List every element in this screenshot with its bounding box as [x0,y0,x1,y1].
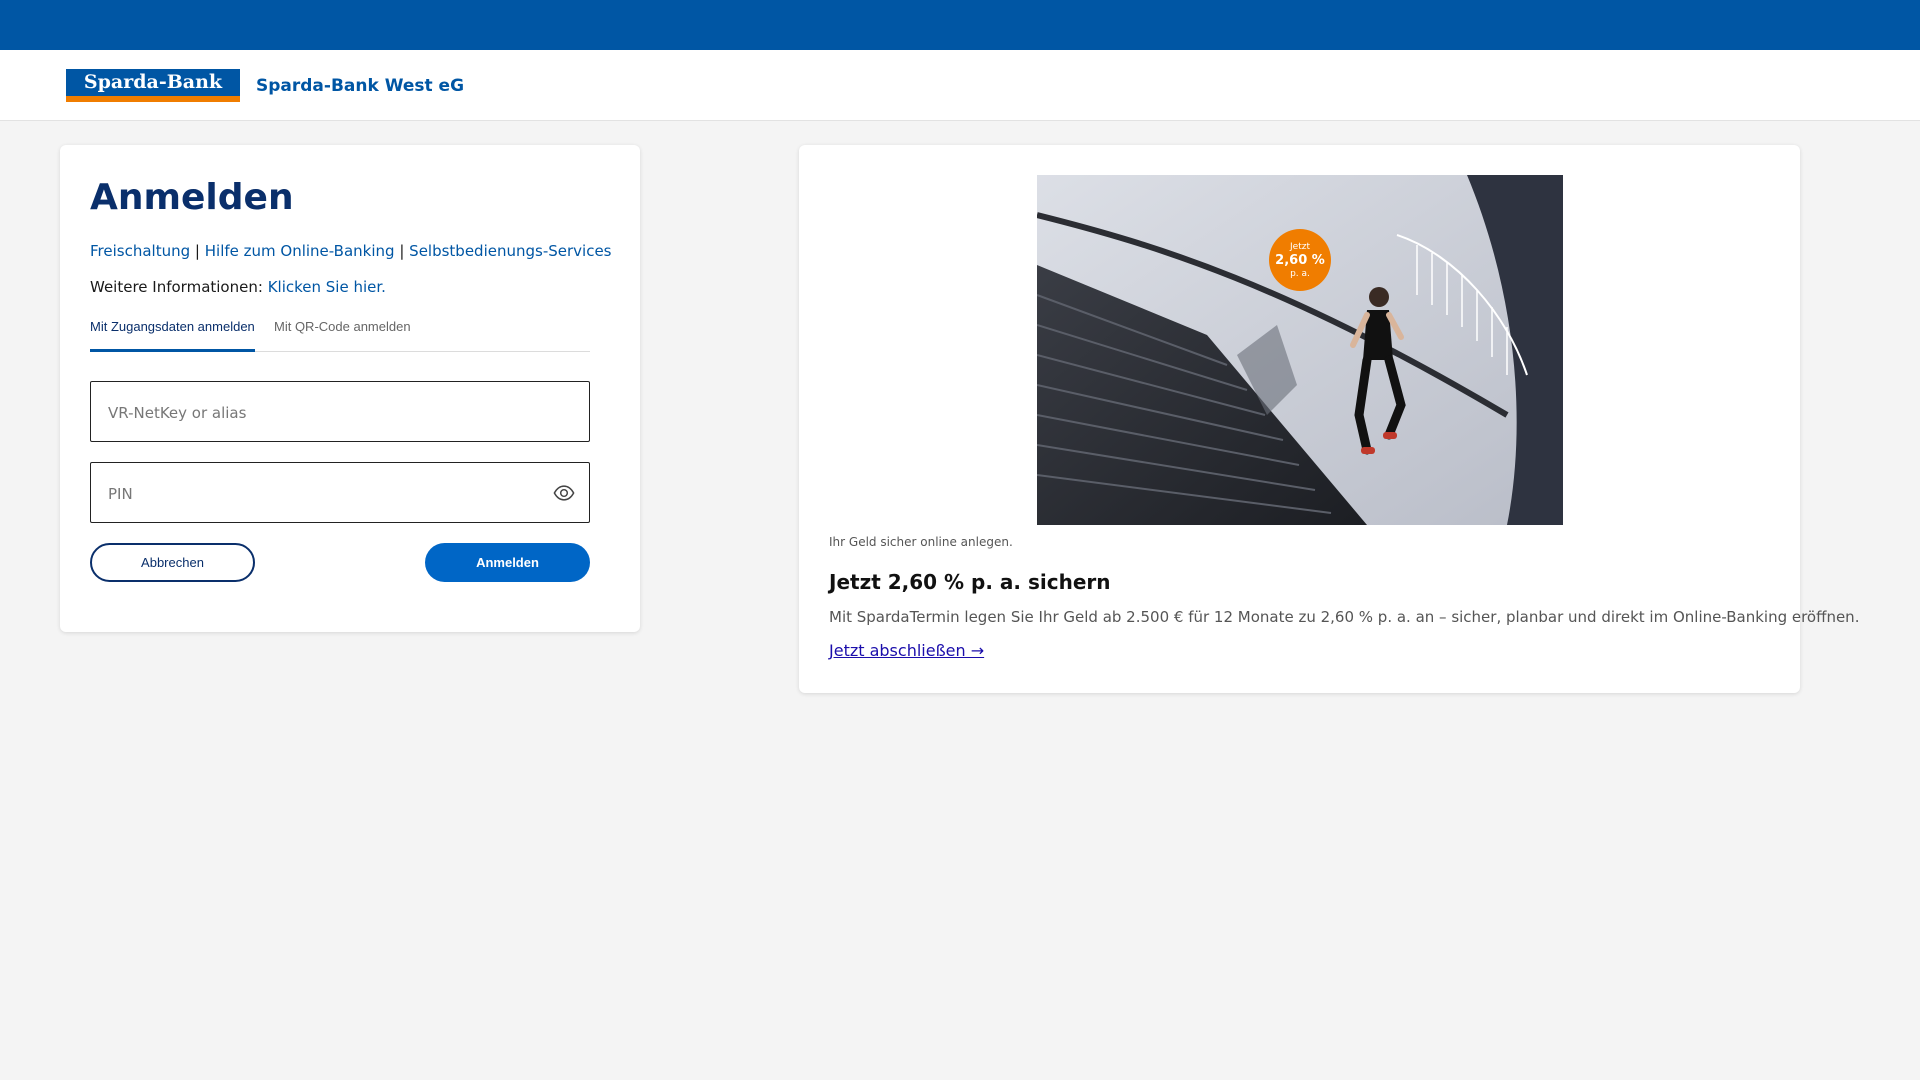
pin-field [90,462,590,524]
link-separator: | [194,242,200,260]
rate-badge: Jetzt 2,60 % p. a. [1269,229,1331,291]
bank-name: Sparda-Bank West eG [256,76,465,96]
badge-line-3: p. a. [1290,269,1310,279]
page-title: Anmelden [90,177,294,218]
tab-credentials-login[interactable]: Mit Zugangsdaten anmelden [90,319,255,352]
badge-line-2: 2,60 % [1275,253,1325,268]
promo-title: Jetzt 2,60 % p. a. sichern [829,570,1111,594]
promo-photo: Jetzt 2,60 % p. a. [1037,175,1563,525]
login-card: Anmelden Freischaltung | Hilfe zum Onlin… [60,145,640,632]
promo-image-caption: Ihr Geld sicher online anlegen. [829,535,1013,549]
help-links: Freischaltung | Hilfe zum Online-Banking… [90,241,612,261]
login-method-tabs: Mit Zugangsdaten anmelden Mit QR-Code an… [90,319,590,352]
more-info-label: Weitere Informationen: [90,278,263,296]
username-field [90,381,590,443]
username-input[interactable] [106,382,550,443]
tab-qr-code-login[interactable]: Mit QR-Code anmelden [274,319,411,349]
more-info-row: Weitere Informationen: Klicken Sie hier. [90,277,386,297]
promo-image-stairs-runner: Jetzt 2,60 % p. a. [1037,175,1563,525]
promo-cta-link[interactable]: Jetzt abschließen → [829,640,984,662]
promo-description: Mit SpardaTermin legen Sie Ihr Geld ab 2… [829,608,1860,626]
link-separator: | [399,242,405,260]
link-freischaltung[interactable]: Freischaltung [90,242,190,260]
logo-orange-stripe [66,96,240,102]
top-brand-bar [0,0,1920,50]
link-selbstbedienungs-services[interactable]: Selbstbedienungs-Services [409,242,611,260]
badge-line-1: Jetzt [1289,242,1310,252]
more-info-link[interactable]: Klicken Sie hier. [268,278,386,296]
pin-input[interactable] [106,463,550,524]
promo-card: Jetzt 2,60 % p. a. Ihr Geld sicher onlin… [799,145,1859,693]
eye-icon[interactable] [553,482,575,504]
login-submit-button[interactable]: Anmelden [425,543,590,582]
sparda-bank-logo[interactable]: Sparda-Bank [66,69,240,102]
site-header: Sparda-Bank Sparda-Bank West eG [0,50,1920,121]
cancel-button[interactable]: Abbrechen [90,543,255,582]
link-hilfe-online-banking[interactable]: Hilfe zum Online-Banking [205,242,395,260]
logo-wordmark: Sparda-Bank [66,69,240,96]
